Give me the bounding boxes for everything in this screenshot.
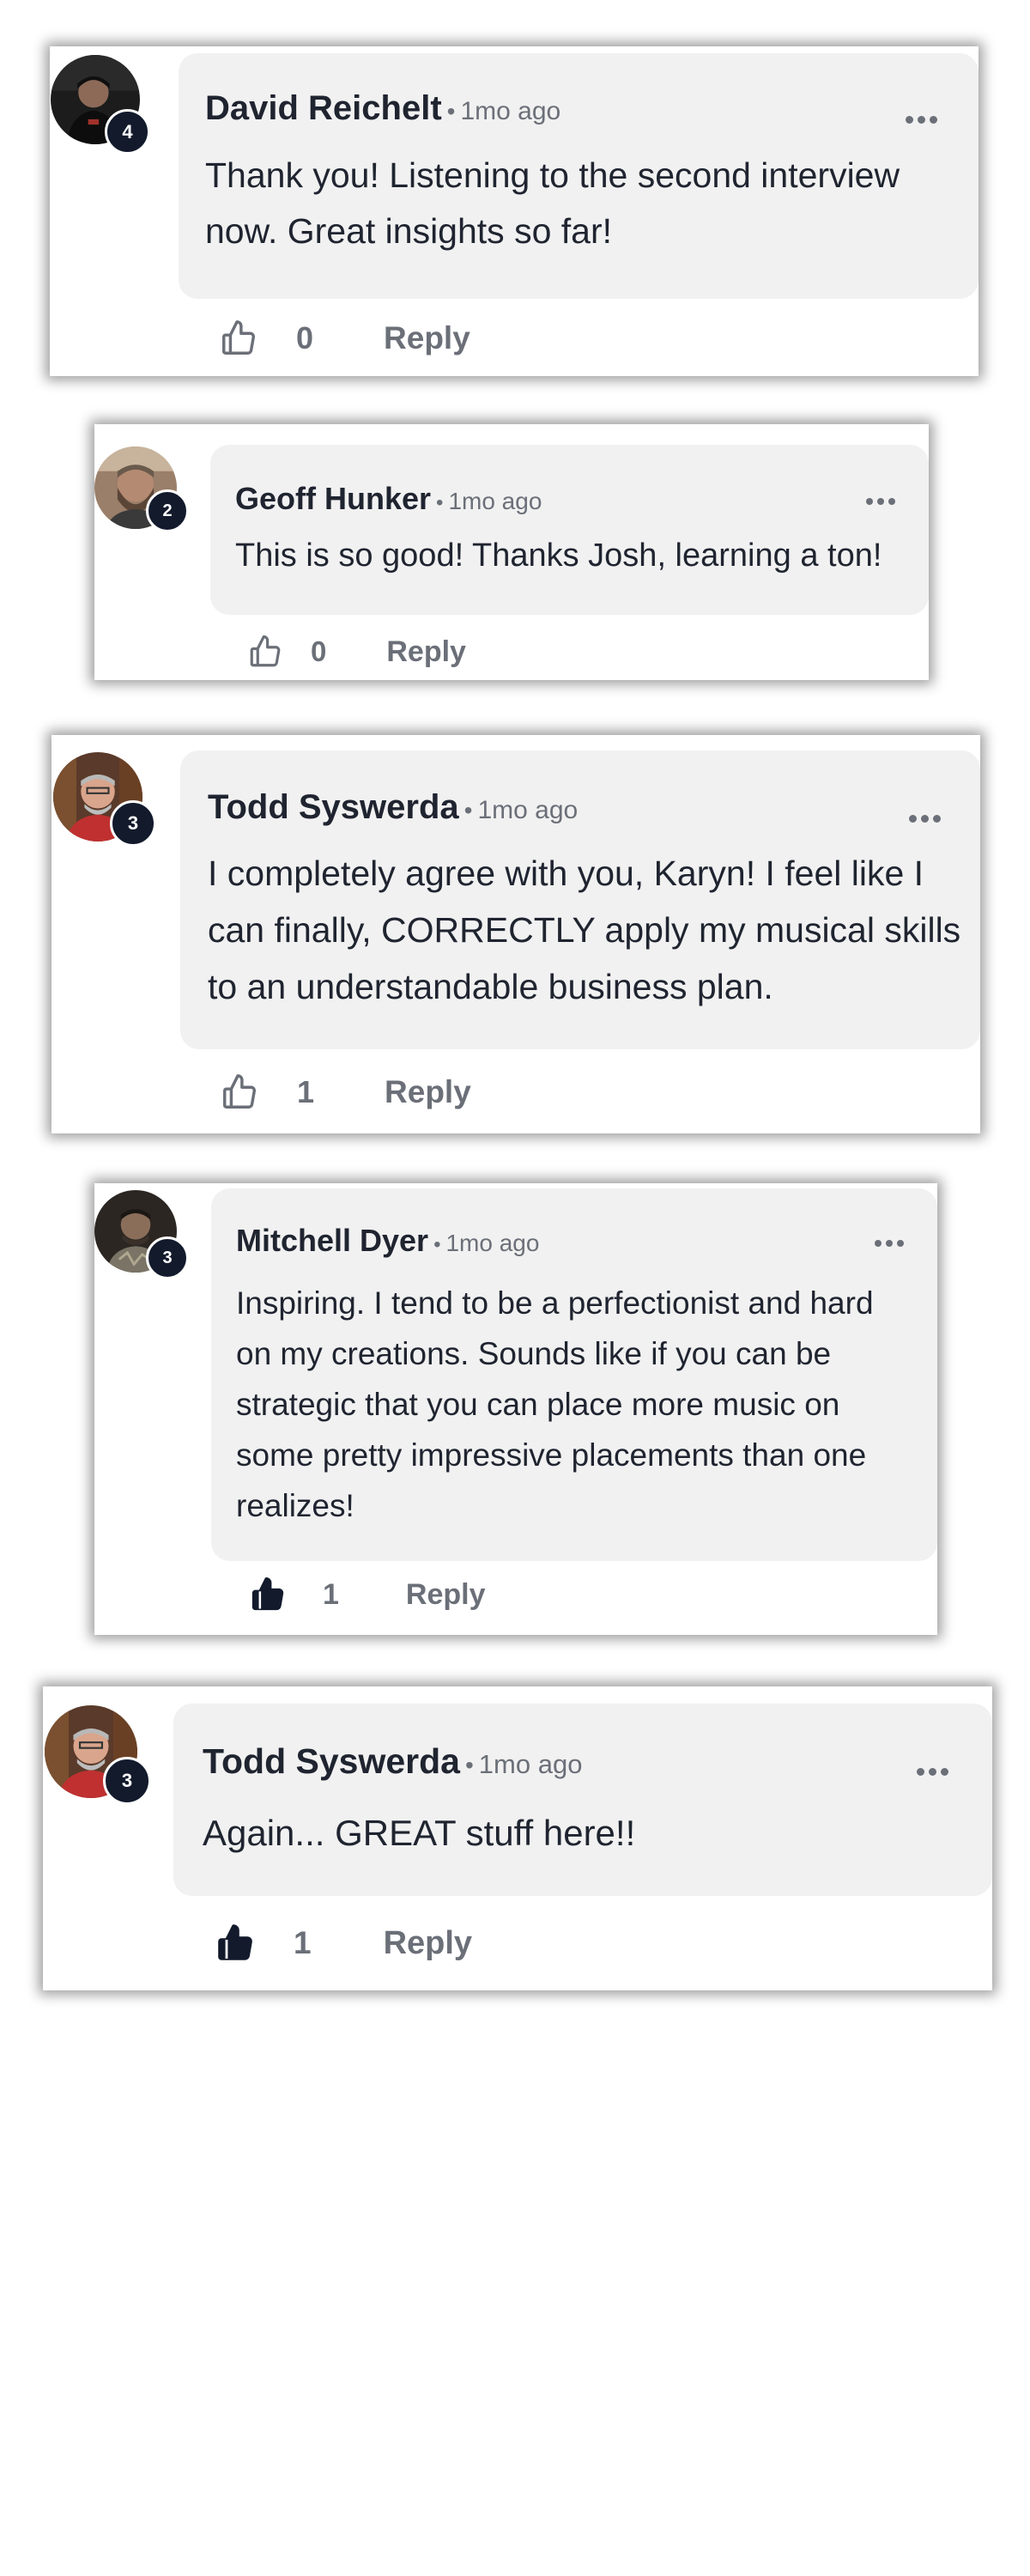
separator-dot: • xyxy=(464,1752,474,1778)
like-count: 1 xyxy=(297,1074,315,1109)
comment-meta: Todd Syswerda • 1mo ago xyxy=(208,788,578,827)
reply-button[interactable]: Reply xyxy=(406,1578,486,1612)
comment-card: 3 Mitchell Dyer • 1mo ago Inspiring. I t… xyxy=(94,1183,937,1635)
comment-card: 2 Geoff Hunker • 1mo ago This is so good… xyxy=(94,424,929,680)
comment-actions: 1 Reply xyxy=(249,1575,486,1614)
like-count: 0 xyxy=(311,635,327,667)
more-horizontal-icon xyxy=(866,498,873,505)
more-horizontal-icon xyxy=(875,1240,882,1247)
comment-actions: 1 Reply xyxy=(215,1922,472,1965)
avatar[interactable]: 2 xyxy=(94,447,189,541)
avatar[interactable]: 4 xyxy=(51,55,150,155)
more-options-button[interactable] xyxy=(891,106,951,132)
comment-card: 3 Todd Syswerda • 1mo ago Again... GREAT… xyxy=(43,1686,992,1990)
separator-dot: • xyxy=(446,98,456,125)
reply-button[interactable]: Reply xyxy=(384,320,470,356)
like-count: 1 xyxy=(323,1577,339,1611)
level-badge: 2 xyxy=(146,489,189,532)
more-horizontal-icon xyxy=(908,814,917,823)
more-horizontal-icon xyxy=(905,115,913,124)
comment-meta: Todd Syswerda • 1mo ago xyxy=(203,1741,582,1782)
more-horizontal-icon xyxy=(916,1767,924,1776)
avatar[interactable]: 3 xyxy=(53,752,156,855)
thumbs-up-icon[interactable] xyxy=(249,1576,287,1613)
comment-text: This is so good! Thanks Josh, learning a… xyxy=(235,538,882,574)
level-badge: 4 xyxy=(105,109,150,155)
more-options-button[interactable] xyxy=(862,1231,917,1255)
level-badge: 3 xyxy=(110,800,156,847)
level-badge: 3 xyxy=(103,1757,151,1805)
thumbs-up-icon[interactable] xyxy=(219,319,258,358)
comment-text: Inspiring. I tend to be a perfectionist … xyxy=(236,1285,874,1523)
avatar[interactable]: 3 xyxy=(94,1190,191,1286)
reply-button[interactable]: Reply xyxy=(384,1925,472,1962)
more-options-button[interactable] xyxy=(853,489,908,513)
reply-button[interactable]: Reply xyxy=(386,635,466,669)
comment-card: 3 Todd Syswerda • 1mo ago I completely a… xyxy=(52,735,980,1133)
comment-actions: 0 Reply xyxy=(247,634,466,670)
author-name[interactable]: Mitchell Dyer xyxy=(236,1223,428,1259)
comment-bubble xyxy=(210,445,929,615)
comment-time: 1mo ago xyxy=(478,1749,583,1779)
comment-text: Again... GREAT stuff here!! xyxy=(203,1813,636,1853)
comment-time: 1mo ago xyxy=(460,97,561,125)
comment-time: 1mo ago xyxy=(477,796,579,824)
more-options-button[interactable] xyxy=(901,1759,963,1784)
author-name[interactable]: David Reichelt xyxy=(205,89,442,128)
more-options-button[interactable] xyxy=(894,805,954,831)
comment-time: 1mo ago xyxy=(448,488,542,514)
comment-text: I completely agree with you, Karyn! I fe… xyxy=(208,854,961,1006)
separator-dot: • xyxy=(436,491,444,514)
like-count: 1 xyxy=(294,1925,312,1960)
like-count: 0 xyxy=(296,320,314,355)
author-name[interactable]: Geoff Hunker xyxy=(235,481,431,517)
comment-actions: 1 Reply xyxy=(220,1072,471,1113)
thumbs-up-icon[interactable] xyxy=(220,1072,259,1112)
comment-actions: 0 Reply xyxy=(219,318,470,359)
author-name[interactable]: Todd Syswerda xyxy=(203,1741,460,1782)
comment-meta: Geoff Hunker • 1mo ago xyxy=(235,481,542,517)
thumbs-up-icon[interactable] xyxy=(247,634,283,670)
level-badge: 3 xyxy=(146,1236,189,1279)
thumbs-up-icon[interactable] xyxy=(215,1923,256,1964)
comment-bubble xyxy=(173,1704,992,1896)
reply-button[interactable]: Reply xyxy=(385,1074,471,1110)
separator-dot: • xyxy=(464,797,473,823)
author-name[interactable]: Todd Syswerda xyxy=(208,788,459,827)
comment-card: 4 David Reichelt • 1mo ago Thank you! Li… xyxy=(50,46,978,376)
comment-meta: Mitchell Dyer • 1mo ago xyxy=(236,1223,539,1259)
comment-meta: David Reichelt • 1mo ago xyxy=(205,89,560,128)
comment-text: Thank you! Listening to the second inter… xyxy=(205,155,900,251)
comment-time: 1mo ago xyxy=(445,1230,540,1256)
separator-dot: • xyxy=(433,1233,441,1256)
avatar[interactable]: 3 xyxy=(45,1705,151,1812)
